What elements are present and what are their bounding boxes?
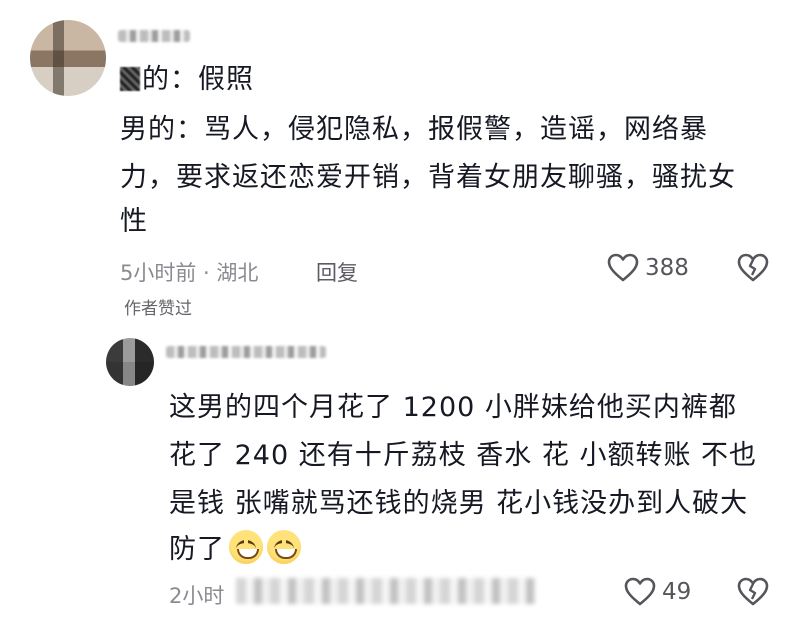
masked-character (120, 67, 140, 91)
reply-meta-blurred (236, 578, 536, 604)
reply-text-line-1: 这男的四个月花了 1200 小胖妹给他买内裤都 (169, 392, 737, 423)
grinning-face-emoji (229, 530, 263, 564)
comment-text-line-1: 的：假照 (120, 58, 254, 102)
comment-text-line-2: 男的：骂人，侵犯隐私，报假警，造谣，网络暴 (120, 114, 708, 145)
author-liked-label: 作者赞过 (124, 299, 192, 319)
reply-text-line-3: 是钱 张嘴就骂还钱的烧男 花小钱没办到人破大 (169, 488, 749, 519)
reply-time-location: 2小时 (169, 584, 225, 608)
heart-outline-icon[interactable] (624, 577, 656, 607)
comment-text-line-4: 性 (120, 206, 148, 237)
replier-name-blurred[interactable] (166, 346, 326, 358)
comment-like-count: 388 (645, 255, 689, 281)
reply-text-line-4: 防了 (169, 528, 301, 572)
heart-outline-icon[interactable] (607, 253, 639, 283)
broken-heart-icon[interactable] (737, 253, 769, 283)
commenter-name-blurred[interactable] (118, 30, 190, 42)
comment-text-line-3: 力，要求返还恋爱开销，背着女朋友聊骚，骚扰女 (120, 162, 736, 193)
reply-like-count: 49 (662, 579, 692, 605)
reply-button[interactable]: 回复 (316, 257, 358, 287)
broken-heart-icon[interactable] (737, 577, 769, 607)
replier-avatar[interactable] (106, 338, 154, 386)
grinning-face-emoji (267, 530, 301, 564)
comment-time-location: 5小时前 · 湖北 (120, 261, 259, 285)
commenter-avatar[interactable] (30, 20, 106, 96)
reply-text-line-2: 花了 240 还有十斤荔枝 香水 花 小额转账 不也 (169, 440, 758, 471)
